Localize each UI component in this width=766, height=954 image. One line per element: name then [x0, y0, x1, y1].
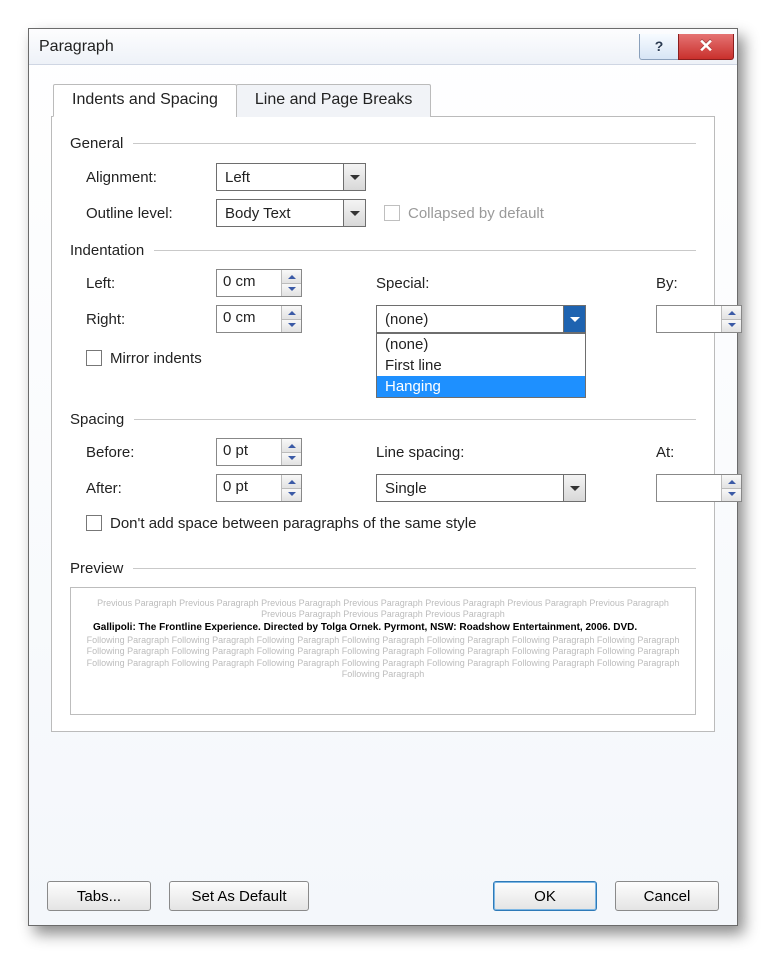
close-icon: ✕ — [698, 36, 713, 57]
by-label: By: — [656, 275, 746, 292]
indent-left-spinner[interactable]: 0 cm — [216, 269, 302, 297]
mirror-indents-checkbox[interactable]: Mirror indents — [86, 350, 202, 367]
checkbox-icon — [384, 205, 400, 221]
by-spinner[interactable] — [656, 305, 742, 333]
chevron-down-icon — [343, 164, 365, 190]
dialog-title: Paragraph — [39, 38, 114, 56]
spinner-buttons-icon — [281, 306, 301, 332]
alignment-select[interactable]: Left — [216, 163, 366, 191]
before-label: Before: — [86, 444, 216, 461]
special-select[interactable]: (none) (none) First line Hanging — [376, 305, 586, 333]
tab-panel: General Alignment: Left Outline level: B… — [51, 117, 715, 732]
tab-indents-spacing[interactable]: Indents and Spacing — [53, 84, 237, 117]
set-as-default-button[interactable]: Set As Default — [169, 881, 309, 911]
indent-left-label: Left: — [86, 275, 216, 292]
chevron-down-icon — [343, 200, 365, 226]
special-option-none[interactable]: (none) — [377, 334, 585, 355]
spinner-buttons-icon — [721, 475, 741, 501]
at-label: At: — [656, 444, 746, 461]
checkbox-icon — [86, 515, 102, 531]
preview-box: Previous Paragraph Previous Paragraph Pr… — [70, 587, 696, 715]
close-button[interactable]: ✕ — [678, 34, 734, 60]
indent-right-label: Right: — [86, 311, 216, 328]
outline-level-label: Outline level: — [86, 205, 216, 222]
cancel-button[interactable]: Cancel — [615, 881, 719, 911]
special-dropdown: (none) First line Hanging — [376, 333, 586, 398]
tab-strip: Indents and Spacing Line and Page Breaks — [51, 83, 715, 117]
no-space-same-style-checkbox[interactable]: Don't add space between paragraphs of th… — [86, 515, 476, 532]
paragraph-dialog: Paragraph ? ✕ Indents and Spacing Line a… — [28, 28, 738, 926]
section-indentation: Indentation — [70, 242, 696, 259]
after-label: After: — [86, 480, 216, 497]
collapsed-checkbox: Collapsed by default — [384, 205, 544, 222]
preview-following: Following Paragraph Following Paragraph … — [85, 635, 681, 680]
ok-button[interactable]: OK — [493, 881, 597, 911]
help-button[interactable]: ? — [639, 34, 679, 60]
special-option-hanging[interactable]: Hanging — [377, 376, 585, 397]
before-spinner[interactable]: 0 pt — [216, 438, 302, 466]
checkbox-icon — [86, 350, 102, 366]
preview-previous: Previous Paragraph Previous Paragraph Pr… — [85, 598, 681, 621]
alignment-label: Alignment: — [86, 169, 216, 186]
section-general: General — [70, 135, 696, 152]
section-preview: Preview — [70, 560, 696, 577]
spinner-buttons-icon — [721, 306, 741, 332]
spinner-buttons-icon — [281, 439, 301, 465]
chevron-down-icon — [563, 306, 585, 332]
chevron-down-icon — [563, 475, 585, 501]
special-option-firstline[interactable]: First line — [377, 355, 585, 376]
section-spacing: Spacing — [70, 411, 696, 428]
line-spacing-select[interactable]: Single — [376, 474, 586, 502]
question-icon: ? — [655, 38, 664, 54]
after-spinner[interactable]: 0 pt — [216, 474, 302, 502]
line-spacing-label: Line spacing: — [376, 444, 606, 461]
special-label: Special: — [376, 275, 606, 292]
dialog-footer: Tabs... Set As Default OK Cancel — [29, 871, 737, 925]
tab-line-page-breaks[interactable]: Line and Page Breaks — [236, 84, 431, 117]
indent-right-spinner[interactable]: 0 cm — [216, 305, 302, 333]
outline-level-select[interactable]: Body Text — [216, 199, 366, 227]
at-spinner[interactable] — [656, 474, 742, 502]
preview-sample: Gallipoli: The Frontline Experience. Dir… — [85, 621, 681, 636]
tabs-button[interactable]: Tabs... — [47, 881, 151, 911]
titlebar: Paragraph ? ✕ — [29, 29, 737, 65]
spinner-buttons-icon — [281, 475, 301, 501]
spinner-buttons-icon — [281, 270, 301, 296]
